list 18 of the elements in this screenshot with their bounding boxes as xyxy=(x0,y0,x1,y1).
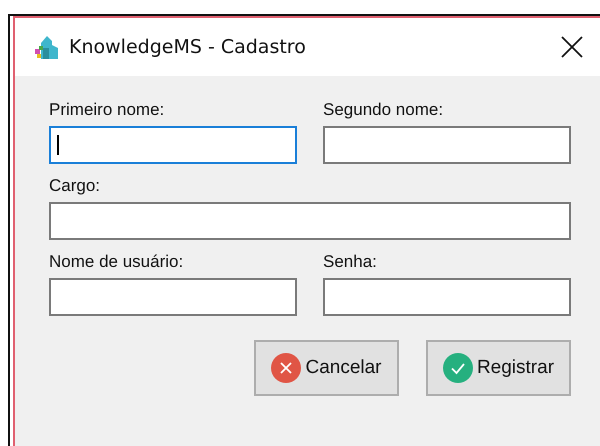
text-input[interactable] xyxy=(49,126,297,164)
cancel-button[interactable]: Cancelar xyxy=(254,340,399,396)
text-input[interactable] xyxy=(323,126,571,164)
window-title: KnowledgeMS - Cadastro xyxy=(69,36,307,58)
check-circle-icon xyxy=(442,353,473,383)
text-cursor xyxy=(57,135,59,155)
field-label: Senha: xyxy=(323,252,377,272)
close-circle-icon xyxy=(271,353,302,383)
app-logo-icon xyxy=(33,33,59,61)
field-label: Primeiro nome: xyxy=(49,100,164,120)
submit-button[interactable]: Registrar xyxy=(426,340,571,396)
text-input[interactable] xyxy=(49,278,297,316)
field-label: Nome de usuário: xyxy=(49,252,184,272)
field-label: Cargo: xyxy=(49,176,100,196)
field-label: Segundo nome: xyxy=(323,100,444,120)
text-input[interactable] xyxy=(323,278,571,316)
text-input[interactable] xyxy=(49,202,571,240)
close-icon xyxy=(561,36,583,58)
